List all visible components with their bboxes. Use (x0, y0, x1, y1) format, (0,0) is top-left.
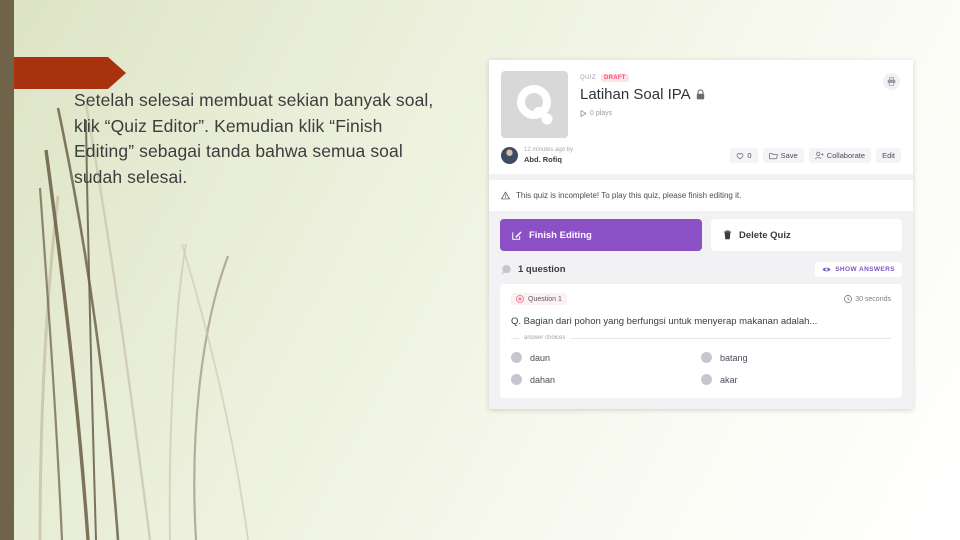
answer-choices: daun batang dahan akar (511, 352, 891, 385)
slide-body-text: Setelah selesai membuat sekian banyak so… (74, 90, 434, 188)
author-block: 12 minutes ago by Abd. Rofiq (501, 147, 573, 164)
question-time-label: 30 seconds (855, 295, 891, 303)
quiz-title: Latihan Soal IPA (580, 86, 691, 103)
quiz-header: QUIZ DRAFT Latihan Soal IPA 0 plays (489, 60, 913, 138)
collaborate-button[interactable]: Collaborate (808, 148, 872, 163)
show-answers-label: SHOW ANSWERS (835, 266, 895, 273)
like-button[interactable]: 0 (730, 148, 758, 163)
answer-choices-divider: answer choices (511, 335, 891, 341)
choice-bullet-icon (701, 374, 712, 385)
question-card: Question 1 30 seconds Q. Bagian dari poh… (500, 284, 902, 398)
question-count-row: 1 question SHOW ANSWERS (489, 251, 913, 284)
left-accent-bar (0, 0, 14, 540)
author-timestamp: 12 minutes ago by (524, 147, 574, 154)
save-button[interactable]: Save (762, 148, 804, 163)
print-icon (887, 77, 896, 86)
choice-label: daun (530, 352, 551, 363)
quizizz-screenshot: QUIZ DRAFT Latihan Soal IPA 0 plays 12 m… (489, 60, 913, 409)
answer-choice[interactable]: dahan (511, 374, 701, 385)
question-count-label: 1 question (518, 264, 566, 275)
quiz-kicker-row: QUIZ DRAFT (580, 73, 705, 83)
quiz-actions: 0 Save Collaborate Edit (730, 148, 901, 163)
collaborate-label: Collaborate (826, 151, 866, 160)
quiz-type-label: QUIZ (580, 75, 596, 81)
red-arrow-banner (0, 57, 126, 89)
quiz-thumbnail (501, 71, 568, 138)
warning-icon (501, 191, 510, 200)
eye-icon (822, 267, 831, 272)
author-name: Abd. Rofiq (524, 154, 562, 164)
choice-label: batang (720, 352, 748, 363)
quiz-action-buttons: Finish Editing Delete Quiz (489, 211, 913, 251)
show-answers-button[interactable]: SHOW ANSWERS (815, 262, 902, 277)
question-marker-icon (516, 295, 524, 303)
delete-quiz-label: Delete Quiz (739, 229, 791, 241)
choice-bullet-icon (511, 374, 522, 385)
question-balloon-icon (500, 264, 511, 275)
draft-badge: DRAFT (600, 74, 629, 82)
question-number-badge: Question 1 (511, 293, 567, 305)
choice-label: akar (720, 374, 738, 385)
trash-icon (723, 230, 732, 240)
divider-line-left (511, 337, 519, 339)
finish-editing-label: Finish Editing (529, 229, 592, 241)
quiz-plays: 0 plays (580, 110, 705, 117)
warning-text: This quiz is incomplete! To play this qu… (516, 191, 742, 200)
save-label: Save (780, 151, 798, 160)
choice-label: dahan (530, 374, 556, 385)
choice-bullet-icon (511, 352, 522, 363)
incomplete-warning: This quiz is incomplete! To play this qu… (489, 180, 913, 211)
delete-quiz-button[interactable]: Delete Quiz (711, 219, 902, 251)
answer-choice[interactable]: batang (701, 352, 891, 363)
edit-label: Edit (882, 151, 895, 160)
play-icon (580, 110, 587, 117)
question-number-label: Question 1 (528, 295, 562, 303)
answer-choices-label: answer choices (524, 335, 566, 341)
question-count: 1 question (500, 264, 566, 276)
quiz-title-row: Latihan Soal IPA (580, 86, 705, 103)
question-card-header: Question 1 30 seconds (511, 293, 891, 305)
author-text: 12 minutes ago by Abd. Rofiq (524, 147, 573, 164)
question-text: Q. Bagian dari pohon yang berfungsi untu… (511, 316, 818, 327)
divider-line-right (570, 337, 891, 339)
add-person-icon (814, 151, 824, 160)
answer-choice[interactable]: akar (701, 374, 891, 385)
lock-icon (696, 89, 704, 100)
choice-bullet-icon (701, 352, 712, 363)
clock-icon (844, 295, 853, 303)
plays-count: 0 plays (590, 110, 613, 117)
folder-icon (768, 152, 778, 159)
heart-icon (737, 152, 744, 159)
print-button[interactable] (883, 73, 900, 90)
pencil-square-icon (512, 231, 522, 240)
answer-choice[interactable]: daun (511, 352, 701, 363)
finish-editing-button[interactable]: Finish Editing (500, 219, 702, 251)
avatar (501, 147, 518, 164)
question-timer: 30 seconds (844, 295, 891, 303)
edit-button[interactable]: Edit (876, 148, 901, 163)
slide-background: Setelah selesai membuat sekian banyak so… (0, 0, 960, 540)
author-actions-row: 12 minutes ago by Abd. Rofiq 0 Save Coll… (489, 138, 913, 174)
like-count: 0 (747, 151, 752, 160)
quiz-header-panel: QUIZ DRAFT Latihan Soal IPA 0 plays 12 m… (489, 60, 913, 174)
quizizz-logo-icon (517, 85, 553, 125)
quiz-meta: QUIZ DRAFT Latihan Soal IPA 0 plays (568, 71, 705, 138)
